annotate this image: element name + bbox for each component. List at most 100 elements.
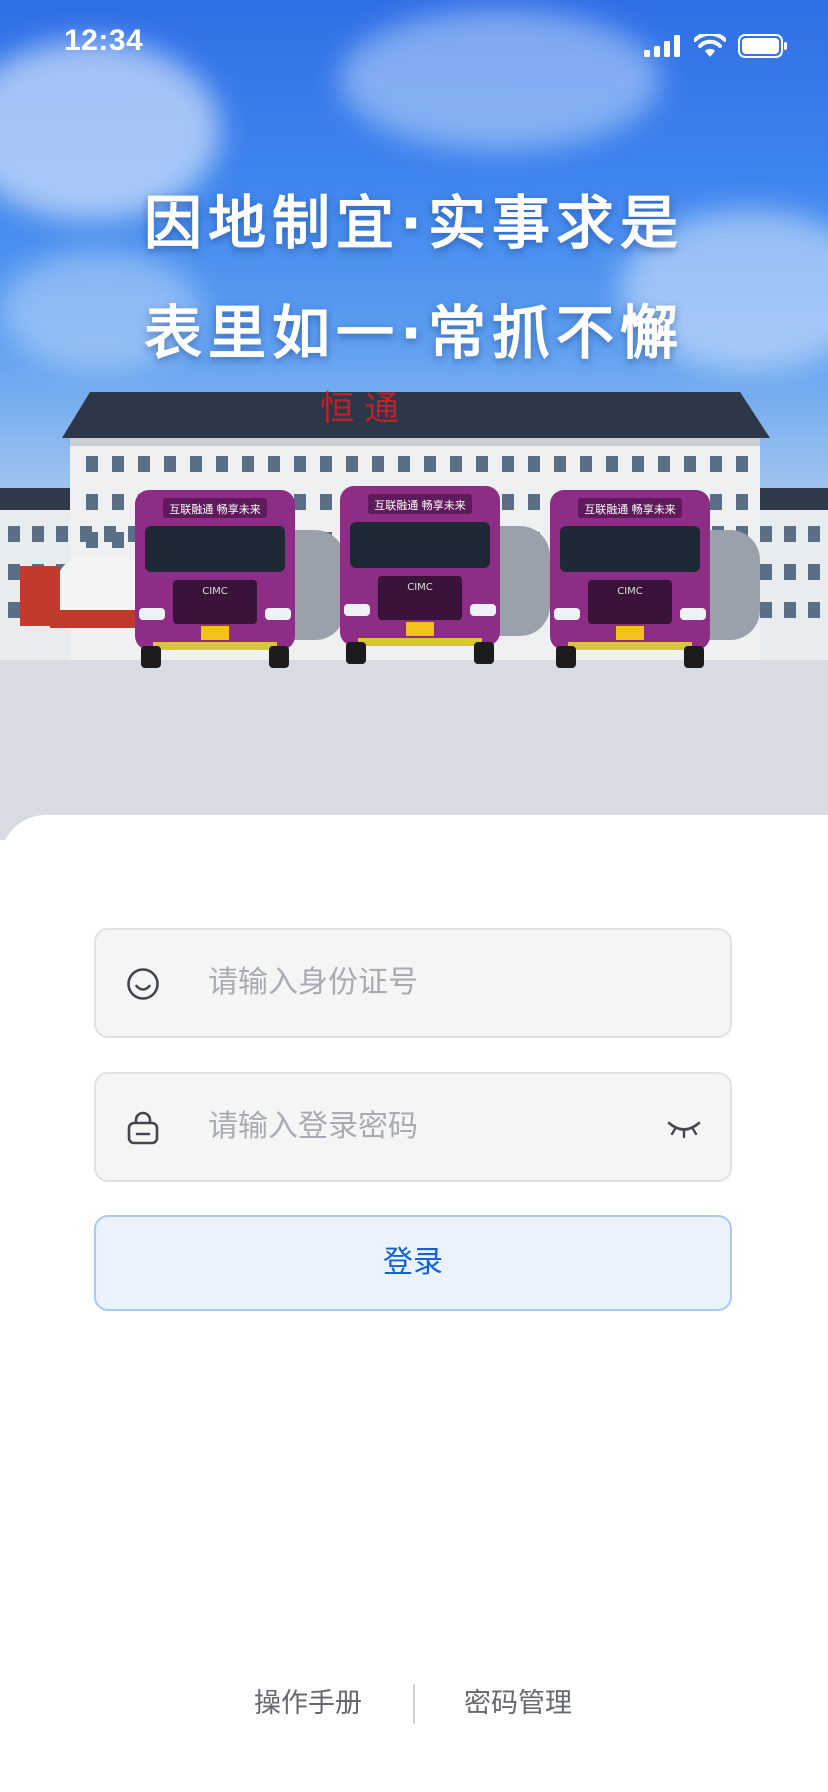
building-window — [242, 456, 254, 472]
building-window — [476, 456, 488, 472]
truck-wheel — [474, 642, 494, 664]
building-window — [268, 456, 280, 472]
truck-banner-text: 互联融通 畅享未来 — [374, 498, 466, 512]
building-window — [760, 602, 772, 618]
building-window — [502, 456, 514, 472]
truck-headlight — [554, 608, 580, 620]
building-window — [80, 526, 92, 542]
building-window — [56, 526, 68, 542]
truck-brand: CIMC — [617, 586, 643, 597]
truck-windshield — [560, 526, 700, 572]
building-window — [528, 456, 540, 472]
building-window — [710, 494, 722, 510]
building-window — [784, 526, 796, 542]
footer-divider — [413, 1684, 415, 1724]
truck-wheel — [269, 646, 289, 668]
truck-banner-text: 互联融通 畅享未来 — [584, 502, 676, 516]
building-window — [784, 602, 796, 618]
truck-bumper — [568, 642, 692, 650]
building-window — [736, 494, 748, 510]
building-window — [580, 456, 592, 472]
battery-icon — [738, 34, 787, 58]
truck-bumper — [358, 638, 482, 646]
building-window — [528, 494, 540, 510]
status-icons — [644, 34, 788, 58]
building-window — [606, 456, 618, 472]
building-window — [104, 526, 116, 542]
signal-icon — [644, 35, 680, 57]
slogan-line-2: 表里如一·常抓不懈 — [143, 299, 685, 367]
building-window — [658, 456, 670, 472]
status-time: 12:34 — [64, 24, 144, 57]
lock-icon — [127, 1111, 159, 1145]
truck-windshield — [145, 526, 285, 572]
password-management-link[interactable]: 密码管理 — [464, 1682, 572, 1726]
status-bar: 12:34 — [0, 0, 828, 90]
truck-headlight — [265, 608, 291, 620]
building-window — [502, 494, 514, 510]
building-window — [784, 564, 796, 580]
building-window — [760, 564, 772, 580]
building-window — [632, 456, 644, 472]
building-window — [8, 602, 20, 618]
truck-headlight — [139, 608, 165, 620]
building-window — [320, 456, 332, 472]
building-window — [808, 602, 820, 618]
password-placeholder: 请输入登录密码 — [208, 1109, 418, 1144]
building-window — [710, 456, 722, 472]
truck-fleet: 互联融通 畅享未来 CIMC 互联融通 畅享未来 CIMC 互联融通 畅享未来 CIMC — [135, 486, 760, 668]
building-window — [294, 456, 306, 472]
building-window — [190, 456, 202, 472]
building-window — [808, 526, 820, 542]
truck-windshield — [350, 522, 490, 568]
building-window — [138, 456, 150, 472]
footer-links: 操作手册 密码管理 — [0, 1682, 828, 1726]
truck-banner-text: 互联融通 畅享未来 — [169, 502, 261, 516]
truck-brand: CIMC — [407, 582, 433, 593]
building-window — [346, 456, 358, 472]
truck-plate — [201, 626, 229, 640]
truck-wheel — [346, 642, 366, 664]
truck-headlight — [680, 608, 706, 620]
truck-plate — [616, 626, 644, 640]
building-window — [294, 494, 306, 510]
slogan-line-1: 因地制宜·实事求是 — [143, 189, 685, 257]
smiley-icon — [127, 968, 159, 1000]
building-window — [398, 456, 410, 472]
building-window — [760, 526, 772, 542]
user-manual-link[interactable]: 操作手册 — [254, 1682, 362, 1726]
building-window — [86, 494, 98, 510]
hero-banner: 12:34 因地制宜·实事求是 表里如一·常抓不懈 恒 通 互联融通 畅享未来 … — [0, 0, 828, 840]
id-number-placeholder: 请输入身份证号 — [208, 965, 418, 1000]
building-window — [554, 456, 566, 472]
truck-bumper — [153, 642, 277, 650]
building-window — [112, 456, 124, 472]
building-window — [320, 494, 332, 510]
truck-plate — [406, 622, 434, 636]
building-window — [8, 526, 20, 542]
truck-headlight — [470, 604, 496, 616]
building-window — [32, 526, 44, 542]
building-window — [112, 494, 124, 510]
building-window — [8, 564, 20, 580]
login-button[interactable]: 登录 — [94, 1215, 732, 1311]
password-field[interactable]: 请输入登录密码 — [94, 1072, 732, 1182]
building-window — [808, 564, 820, 580]
building-window — [164, 456, 176, 472]
truck-brand: CIMC — [202, 586, 228, 597]
truck-wheel — [684, 646, 704, 668]
eye-closed-icon[interactable] — [666, 1112, 702, 1142]
building-window — [86, 456, 98, 472]
building-window — [736, 456, 748, 472]
fleet-photo: 恒 通 互联融通 畅享未来 CIMC 互联融通 畅享未来 CIMC 互联融通 畅享未来 C… — [0, 389, 828, 840]
id-number-field[interactable]: 请输入身份证号 — [94, 928, 732, 1038]
building-sign: 恒 通 — [320, 389, 399, 429]
building-window — [372, 456, 384, 472]
truck-headlight — [344, 604, 370, 616]
building-window — [450, 456, 462, 472]
truck-wheel — [556, 646, 576, 668]
building-window — [216, 456, 228, 472]
building-window — [684, 456, 696, 472]
wifi-icon — [694, 34, 726, 57]
building-window — [424, 456, 436, 472]
